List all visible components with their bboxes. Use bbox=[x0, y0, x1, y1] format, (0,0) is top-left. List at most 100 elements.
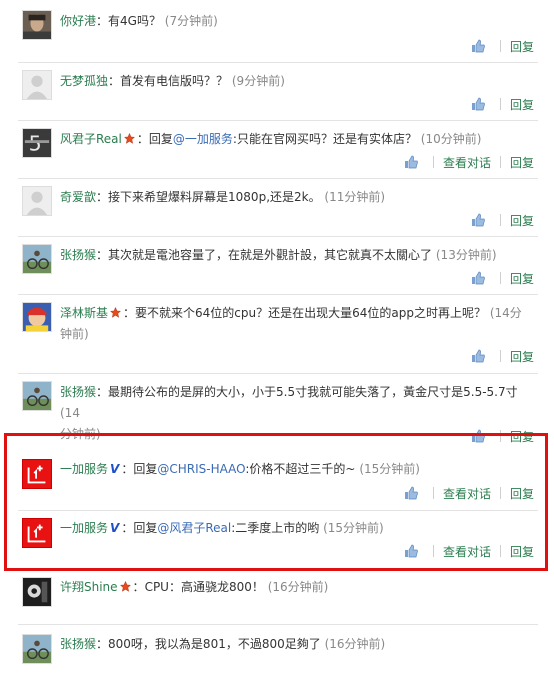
comment-item: 张扬猴：其次就是電池容量了，在就是外觀計設，其它就真不太關心了 (13分钟前) … bbox=[18, 240, 538, 290]
comment-item: 一加服务 V ：回复@风君子Real:二季度上市的哟 (15分钟前) 查看对话 回复 bbox=[18, 514, 538, 566]
thumbs-up-icon[interactable] bbox=[471, 213, 485, 227]
action-divider bbox=[499, 98, 501, 110]
comment-body: 接下来希望爆料屏幕是1080p,还是2k。 bbox=[108, 190, 321, 204]
comment-body: 其次就是電池容量了，在就是外觀計設，其它就真不太關心了 bbox=[108, 248, 433, 262]
avatar[interactable] bbox=[22, 10, 52, 40]
reply-link[interactable]: 回复 bbox=[510, 348, 534, 365]
avatar[interactable] bbox=[22, 577, 52, 607]
reply-link[interactable]: 回复 bbox=[510, 543, 534, 560]
comment-actions: 回复 bbox=[471, 94, 534, 114]
timestamp: (15分钟前) bbox=[323, 521, 384, 535]
action-divider bbox=[499, 272, 501, 284]
comment-body: 要不就来个64位的cpu？还是在出现大量64位的app之时再上呢？ bbox=[135, 306, 486, 320]
avatar[interactable] bbox=[22, 244, 52, 274]
username[interactable]: 你好港 bbox=[60, 14, 96, 28]
username[interactable]: 风君子Real bbox=[60, 132, 122, 146]
view-conversation-link[interactable]: 查看对话 bbox=[443, 154, 491, 171]
timestamp: (7分钟前) bbox=[164, 14, 218, 28]
divider bbox=[18, 510, 538, 511]
username[interactable]: 奇爱歆 bbox=[60, 190, 96, 204]
comment-text: 你好港：有4G吗？ (7分钟前) bbox=[60, 14, 218, 28]
reply-link[interactable]: 回复 bbox=[510, 96, 534, 113]
avatar[interactable] bbox=[22, 70, 52, 100]
thumbs-up-icon[interactable] bbox=[471, 271, 485, 285]
comment-text: 一加服务 V ：回复@CHRIS-HAAO:价格不超过三千的~ (15分钟前) bbox=[60, 462, 420, 476]
action-divider bbox=[499, 40, 501, 52]
comment-body: :二季度上市的哟 bbox=[231, 521, 320, 535]
reply-prefix: 回复 bbox=[133, 462, 158, 476]
username[interactable]: 一加服务 bbox=[60, 521, 108, 535]
comment-actions: 回复 bbox=[471, 346, 534, 366]
thumbs-up-icon[interactable] bbox=[404, 155, 418, 169]
comment-text: 许翔Shine ：CPU：高通骁龙800！ (16分钟前) bbox=[60, 580, 329, 594]
comment-body: CPU：高通骁龙800！ bbox=[144, 580, 264, 594]
action-divider bbox=[499, 156, 501, 168]
divider bbox=[18, 178, 538, 179]
oneplus-logo-avatar[interactable] bbox=[22, 518, 52, 548]
timestamp: (14 bbox=[60, 406, 80, 420]
username[interactable]: 张扬猴 bbox=[60, 248, 96, 262]
username[interactable]: 无梦孤独 bbox=[60, 74, 108, 88]
comment-actions: 查看对话 回复 bbox=[404, 483, 534, 503]
divider bbox=[18, 624, 538, 625]
view-conversation-link[interactable]: 查看对话 bbox=[443, 485, 491, 502]
crown-badge-icon bbox=[119, 581, 131, 592]
view-conversation-link[interactable]: 查看对话 bbox=[443, 543, 491, 560]
timestamp: (13分钟前) bbox=[435, 248, 497, 262]
username[interactable]: 泽林斯基 bbox=[60, 306, 108, 320]
timestamp: (16分钟前) bbox=[267, 580, 329, 594]
action-divider bbox=[499, 545, 501, 557]
oneplus-logo-avatar[interactable] bbox=[22, 459, 52, 489]
comment-text: 一加服务 V ：回复@风君子Real:二季度上市的哟 (15分钟前) bbox=[60, 521, 384, 535]
divider bbox=[18, 62, 538, 63]
verified-badge-icon: V bbox=[110, 521, 120, 535]
username[interactable]: 许翔Shine bbox=[60, 580, 118, 594]
comment-actions: 回复 bbox=[471, 36, 534, 56]
divider bbox=[18, 236, 538, 237]
avatar[interactable] bbox=[22, 302, 52, 332]
username[interactable]: 一加服务 bbox=[60, 462, 108, 476]
crown-badge-icon bbox=[110, 307, 122, 318]
mention-link[interactable]: @一加服务 bbox=[173, 132, 233, 146]
comment-text: 无梦孤独：首发有电信版吗？？ (9分钟前) bbox=[60, 74, 285, 88]
reply-link[interactable]: 回复 bbox=[510, 485, 534, 502]
username[interactable]: 张扬猴 bbox=[60, 385, 96, 399]
timestamp: (9分钟前) bbox=[231, 74, 285, 88]
comment-body: 首发有电信版吗？？ bbox=[120, 74, 229, 88]
username[interactable]: 张扬猴 bbox=[60, 637, 96, 651]
avatar[interactable] bbox=[22, 634, 52, 664]
comment-text: 泽林斯基 ：要不就来个64位的cpu？还是在出现大量64位的app之时再上呢？ (… bbox=[60, 306, 522, 341]
timestamp: (10分钟前) bbox=[420, 132, 482, 146]
avatar[interactable] bbox=[22, 186, 52, 216]
thumbs-up-icon[interactable] bbox=[471, 39, 485, 53]
comment-item: 奇爱歆：接下来希望爆料屏幕是1080p,还是2k。 (11分钟前) 回复 bbox=[18, 182, 538, 232]
reply-prefix: 回复 bbox=[133, 521, 158, 535]
action-divider bbox=[432, 487, 434, 499]
divider bbox=[18, 294, 538, 295]
comment-item: 一加服务 V ：回复@CHRIS-HAAO:价格不超过三千的~ (15分钟前) 查看… bbox=[18, 455, 538, 507]
reply-link[interactable]: 回复 bbox=[510, 38, 534, 55]
comment-text: 张扬猴：其次就是電池容量了，在就是外觀計設，其它就真不太關心了 (13分钟前) bbox=[60, 248, 497, 262]
reply-link[interactable]: 回复 bbox=[510, 212, 534, 229]
comment-body: 800呀，我以為是801，不過800足夠了 bbox=[108, 637, 321, 651]
thumbs-up-icon[interactable] bbox=[471, 349, 485, 363]
timestamp-continued: 钟前) bbox=[60, 327, 89, 341]
crown-badge-icon bbox=[123, 133, 135, 144]
reply-link[interactable]: 回复 bbox=[510, 154, 534, 171]
action-divider bbox=[499, 350, 501, 362]
reply-link[interactable]: 回复 bbox=[510, 270, 534, 287]
thumbs-up-icon[interactable] bbox=[404, 486, 418, 500]
avatar[interactable]: 5 bbox=[22, 128, 52, 158]
avatar[interactable] bbox=[22, 381, 52, 411]
comment-body: 最期待公布的是屏的大小，小于5.5寸我就可能失落了，黃金尺寸是5.5-5.7寸 bbox=[108, 385, 518, 399]
comment-actions: 回复 bbox=[471, 210, 534, 230]
thumbs-up-icon[interactable] bbox=[404, 544, 418, 558]
comment-text: 张扬猴：800呀，我以為是801，不過800足夠了 (16分钟前) bbox=[60, 637, 386, 651]
action-divider bbox=[432, 545, 434, 557]
comment-text: 风君子Real ：回复@一加服务:只能在官网买吗？还是有实体店？ (10分钟前) bbox=[60, 132, 482, 146]
comment-item: 无梦孤独：首发有电信版吗？？ (9分钟前) 回复 bbox=[18, 66, 538, 116]
thumbs-up-icon[interactable] bbox=[471, 97, 485, 111]
mention-link[interactable]: @风君子Real bbox=[157, 521, 231, 535]
mention-link[interactable]: @CHRIS-HAAO bbox=[157, 462, 245, 476]
comment-actions: 回复 bbox=[471, 268, 534, 288]
